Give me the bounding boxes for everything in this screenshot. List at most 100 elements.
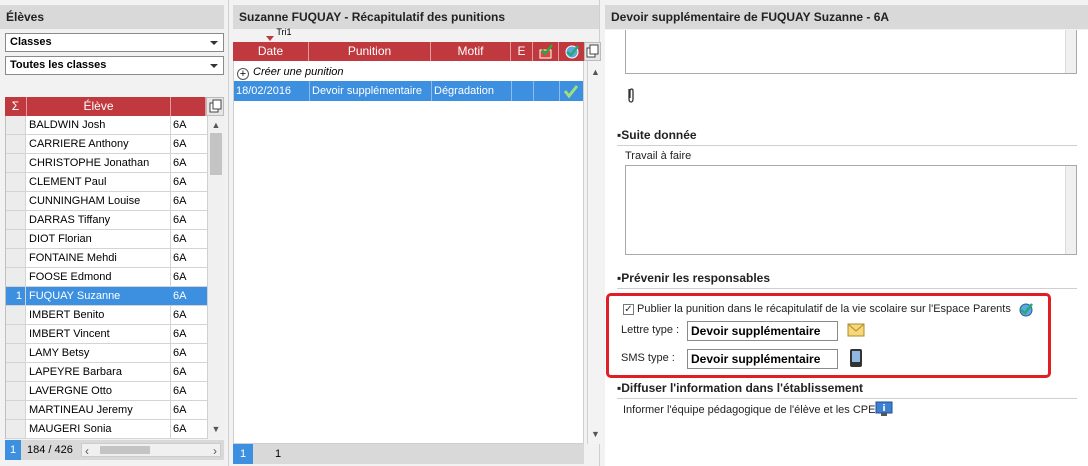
- scroll-up-icon[interactable]: ▲: [208, 118, 224, 133]
- students-scrollbar[interactable]: ▲ ▼: [207, 116, 224, 439]
- student-row[interactable]: DIOT Florian 6A: [6, 230, 207, 249]
- student-name: IMBERT Vincent: [28, 325, 171, 343]
- student-class: 6A: [173, 176, 187, 188]
- student-name: CHRISTOPHE Jonathan: [28, 154, 171, 172]
- date-column-header[interactable]: Date: [233, 42, 309, 61]
- students-selected-count: 1: [5, 440, 21, 460]
- sort-indicator: Tri1: [266, 27, 292, 41]
- student-class: 6A: [173, 290, 187, 302]
- panel-divider[interactable]: [228, 0, 229, 466]
- scroll-thumb-h[interactable]: [100, 446, 150, 454]
- informer-label: Informer l'équipe pédagogique de l'élève…: [623, 404, 876, 416]
- students-hscrollbar[interactable]: ‹ ›: [81, 443, 221, 458]
- punition-column-header[interactable]: Punition: [309, 42, 431, 61]
- student-row[interactable]: MAUGERI Sonia 6A: [6, 420, 207, 439]
- student-row[interactable]: FOOSE Edmond 6A: [6, 268, 207, 287]
- copy-icon[interactable]: [206, 97, 224, 116]
- punitions-scrollbar[interactable]: ▲ ▼: [587, 61, 603, 444]
- sms-label: SMS type :: [621, 352, 675, 364]
- punitions-selected-count: 1: [233, 444, 253, 464]
- travail-textarea[interactable]: [625, 165, 1077, 255]
- textarea-scrollbar[interactable]: [1065, 166, 1076, 254]
- punition-row[interactable]: 18/02/2016 Devoir supplémentaire Dégrada…: [234, 81, 583, 101]
- class-filter-select[interactable]: Toutes les classes: [5, 56, 224, 75]
- scroll-down-icon[interactable]: ▼: [208, 422, 224, 437]
- e-column-header[interactable]: E: [511, 42, 533, 61]
- class-column-header[interactable]: [171, 97, 206, 116]
- espace-parents-icon: [1019, 303, 1033, 317]
- student-row[interactable]: MARTINEAU Jeremy 6A: [6, 401, 207, 420]
- student-name: CARRIERE Anthony: [28, 135, 171, 153]
- sigma-column-header[interactable]: Σ: [5, 97, 27, 116]
- student-class: 6A: [173, 233, 187, 245]
- information-icon[interactable]: i: [875, 401, 893, 417]
- student-class: 6A: [173, 252, 187, 264]
- student-row[interactable]: CHRISTOPHE Jonathan 6A: [6, 154, 207, 173]
- scroll-down-icon[interactable]: ▼: [588, 427, 603, 442]
- student-class: 6A: [173, 328, 187, 340]
- student-row[interactable]: FONTAINE Mehdi 6A: [6, 249, 207, 268]
- student-index: [6, 192, 26, 210]
- scroll-thumb[interactable]: [210, 133, 222, 175]
- student-class: 6A: [173, 309, 187, 321]
- student-name: FOOSE Edmond: [28, 268, 171, 286]
- lettre-type-field[interactable]: Devoir supplémentaire: [687, 321, 838, 341]
- student-row[interactable]: CARRIERE Anthony 6A: [6, 135, 207, 154]
- paperclip-icon[interactable]: [625, 86, 637, 104]
- student-row[interactable]: IMBERT Benito 6A: [6, 306, 207, 325]
- student-index: [6, 363, 26, 381]
- students-footer: 1 184 / 426 ‹ ›: [5, 440, 224, 460]
- student-name: FONTAINE Mehdi: [28, 249, 171, 267]
- detail-panel-title: Devoir supplémentaire de FUQUAY Suzanne …: [605, 5, 1088, 29]
- classes-select[interactable]: Classes: [5, 33, 224, 52]
- sms-type-field[interactable]: Devoir supplémentaire: [687, 349, 838, 369]
- motif-column-header[interactable]: Motif: [431, 42, 511, 61]
- scroll-left-icon[interactable]: ‹: [85, 441, 89, 461]
- student-row[interactable]: LAMY Betsy 6A: [6, 344, 207, 363]
- phone-icon[interactable]: [849, 348, 863, 368]
- student-row[interactable]: CUNNINGHAM Louise 6A: [6, 192, 207, 211]
- student-index: [6, 116, 26, 134]
- punitions-page: 1: [275, 448, 282, 460]
- student-index: [6, 249, 26, 267]
- plus-icon: +: [237, 68, 249, 80]
- punition-e: [512, 81, 534, 101]
- publish-checkbox[interactable]: ✓: [623, 304, 634, 315]
- create-punition-button[interactable]: + Créer une punition: [234, 63, 344, 81]
- printed-column-header[interactable]: [533, 42, 559, 61]
- student-name: FUQUAY Suzanne: [28, 287, 171, 305]
- student-name: LAVERGNE Otto: [28, 382, 171, 400]
- student-class: 6A: [173, 195, 187, 207]
- student-row[interactable]: LAPEYRE Barbara 6A: [6, 363, 207, 382]
- student-row[interactable]: BALDWIN Josh 6A: [6, 116, 207, 135]
- detail-panel: ▪Suite donnée Travail à faire ▪Prévenir …: [605, 30, 1088, 466]
- student-row[interactable]: DARRAS Tiffany 6A: [6, 211, 207, 230]
- student-class: 6A: [173, 385, 187, 397]
- punition-motif: Dégradation: [432, 81, 512, 101]
- student-name: MAUGERI Sonia: [28, 420, 171, 438]
- student-row[interactable]: 1 FUQUAY Suzanne 6A: [6, 287, 207, 306]
- punitions-list: + Créer une punition 18/02/2016 Devoir su…: [233, 61, 603, 444]
- student-row[interactable]: CLEMENT Paul 6A: [6, 173, 207, 192]
- student-name: DIOT Florian: [28, 230, 171, 248]
- description-textarea[interactable]: [625, 30, 1077, 74]
- student-column-header[interactable]: Élève: [27, 97, 171, 116]
- scroll-right-icon[interactable]: ›: [213, 441, 217, 461]
- student-class: 6A: [173, 119, 187, 131]
- espace-parents-icon: [565, 45, 579, 59]
- students-panel-title: Élèves: [0, 5, 224, 29]
- punition-date: 18/02/2016: [234, 81, 310, 101]
- textarea-scrollbar[interactable]: [1065, 30, 1076, 73]
- section-divider: [617, 145, 1077, 146]
- student-row[interactable]: IMBERT Vincent 6A: [6, 325, 207, 344]
- publish-label: Publier la punition dans le récapitulati…: [637, 303, 1011, 315]
- scroll-up-icon[interactable]: ▲: [588, 65, 603, 80]
- students-list: BALDWIN Josh 6A CARRIERE Anthony 6A CHRISTOP…: [5, 116, 207, 439]
- student-name: DARRAS Tiffany: [28, 211, 171, 229]
- copy-icon[interactable]: [584, 42, 601, 61]
- student-row[interactable]: LAVERGNE Otto 6A: [6, 382, 207, 401]
- envelope-icon[interactable]: [847, 323, 865, 337]
- student-class: 6A: [173, 271, 187, 283]
- published-column-header[interactable]: [559, 42, 584, 61]
- punition-published-cell: [560, 81, 583, 101]
